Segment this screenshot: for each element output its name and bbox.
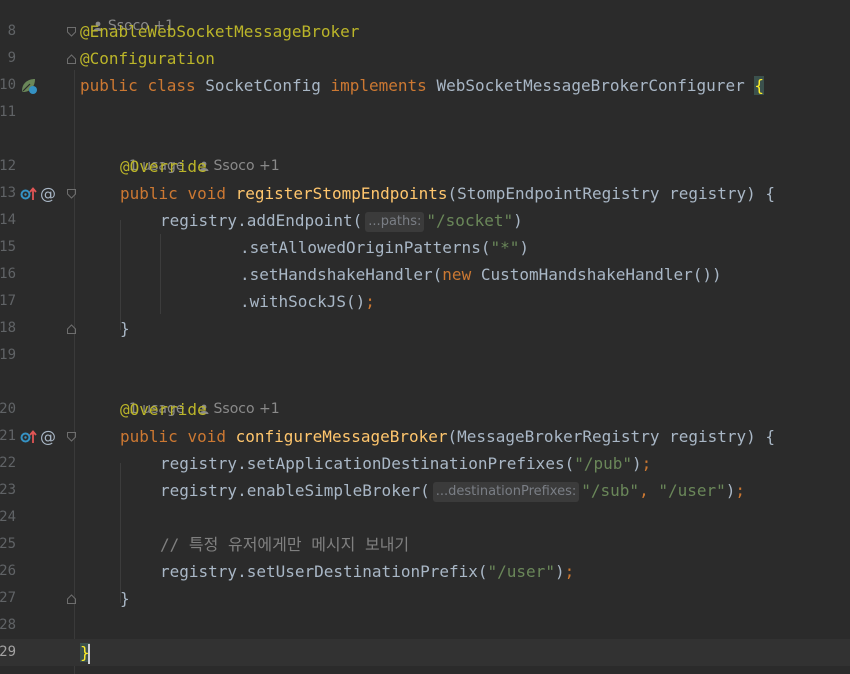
annotation: @EnableWebSocketMessageBroker xyxy=(80,22,360,41)
annotation: @Configuration xyxy=(80,49,215,68)
text-caret xyxy=(88,644,90,664)
annotation: @Override xyxy=(120,400,207,419)
line-number: 11 xyxy=(0,104,16,120)
fold-icon[interactable] xyxy=(67,54,76,64)
string-literal: "/sub" xyxy=(581,481,640,500)
params: (MessageBrokerRegistry registry) { xyxy=(447,427,776,446)
string-literal: "/pub" xyxy=(574,454,633,473)
line-number: 27 xyxy=(0,590,16,606)
code-line-26[interactable]: 26 registry.setUserDestinationPrefix("/u… xyxy=(0,558,850,585)
keyword: void xyxy=(187,184,226,203)
fold-icon[interactable] xyxy=(67,324,76,334)
code-line-11[interactable]: 11 xyxy=(0,99,850,126)
code-text: registry.setApplicationDestinationPrefix… xyxy=(160,454,575,473)
code-text: registry.enableSimpleBroker( xyxy=(160,481,430,500)
keyword: implements xyxy=(330,76,427,95)
code-line-24[interactable]: 24 xyxy=(0,504,850,531)
code-line-17[interactable]: 17 .withSockJS(); xyxy=(0,288,850,315)
line-number: 18 xyxy=(0,320,16,336)
keyword: public xyxy=(80,76,138,95)
keyword: void xyxy=(187,427,226,446)
line-number: 22 xyxy=(0,455,16,471)
closing-brace: } xyxy=(120,589,130,608)
code-line-10[interactable]: 10 public class SocketConfig implements … xyxy=(0,72,850,99)
keyword: public xyxy=(120,427,178,446)
string-literal: "/socket" xyxy=(426,211,514,230)
class-name: SocketConfig xyxy=(205,76,321,95)
code-text: registry.setUserDestinationPrefix( xyxy=(160,562,488,581)
code-line-22[interactable]: 22 registry.setApplicationDestinationPre… xyxy=(0,450,850,477)
code-line-12[interactable]: 12 @Override xyxy=(0,153,850,180)
string-literal: "/user" xyxy=(487,562,555,581)
keyword: public xyxy=(120,184,178,203)
comment: // 특정 유저에게만 메시지 보내기 xyxy=(160,535,410,554)
line-number: 25 xyxy=(0,536,16,552)
line-number: 24 xyxy=(0,509,16,525)
parameter-hint: ...destinationPrefixes: xyxy=(432,482,580,502)
line-number: 10 xyxy=(0,77,16,93)
code-text: .setHandshakeHandler( xyxy=(240,265,443,284)
closing-brace: } xyxy=(120,319,130,338)
parameter-hint: ...paths: xyxy=(365,212,425,232)
method-name: registerStompEndpoints xyxy=(235,184,448,203)
spring-bean-icon[interactable] xyxy=(20,77,38,95)
code-line-25[interactable]: 25 // 특정 유저에게만 메시지 보내기 xyxy=(0,531,850,558)
fold-icon[interactable] xyxy=(67,27,76,37)
implements-method-icon[interactable] xyxy=(20,429,38,445)
code-line-14[interactable]: 14 registry.addEndpoint(...paths: "/socke… xyxy=(0,207,850,234)
code-line-27[interactable]: 27 } xyxy=(0,585,850,612)
line-number: 28 xyxy=(0,617,16,633)
implements-method-icon[interactable] xyxy=(20,186,38,202)
brace-highlight: { xyxy=(754,76,764,95)
line-number: 21 xyxy=(0,428,16,444)
code-line-28[interactable]: 28 xyxy=(0,612,850,639)
line-number: 23 xyxy=(0,482,16,498)
line-number: 9 xyxy=(7,50,16,66)
params: (StompEndpointRegistry registry) { xyxy=(447,184,776,203)
code-line-20[interactable]: 20 @Override xyxy=(0,396,850,423)
code-text: .withSockJS() xyxy=(240,292,366,311)
line-number: 29 xyxy=(0,644,16,660)
code-text: CustomHandshakeHandler()) xyxy=(480,265,722,284)
method-name: configureMessageBroker xyxy=(235,427,448,446)
code-line-9[interactable]: 9 @Configuration xyxy=(0,45,850,72)
line-number: 8 xyxy=(7,23,16,39)
code-line-16[interactable]: 16 .setHandshakeHandler(new CustomHandsh… xyxy=(0,261,850,288)
line-number: 15 xyxy=(0,239,16,255)
code-line-15[interactable]: 15 .setAllowedOriginPatterns("*") xyxy=(0,234,850,261)
code-line-19[interactable]: 19 xyxy=(0,342,850,369)
override-at-icon[interactable]: @ xyxy=(40,180,56,207)
code-line-8[interactable]: 8 @EnableWebSocketMessageBroker xyxy=(0,18,850,45)
code-line-29[interactable]: 29 } xyxy=(0,639,850,666)
code-text: .setAllowedOriginPatterns( xyxy=(240,238,491,257)
string-literal: "/user" xyxy=(658,481,726,500)
fold-icon[interactable] xyxy=(67,189,76,199)
interface-name: WebSocketMessageBrokerConfigurer xyxy=(436,76,745,95)
code-line-21[interactable]: 21 @ public void configureMessageBroker(… xyxy=(0,423,850,450)
annotation: @Override xyxy=(120,157,207,176)
line-number: 26 xyxy=(0,563,16,579)
line-number: 13 xyxy=(0,185,16,201)
fold-icon[interactable] xyxy=(67,594,76,604)
fold-icon[interactable] xyxy=(67,432,76,442)
line-number: 17 xyxy=(0,293,16,309)
keyword: class xyxy=(147,76,196,95)
line-number: 16 xyxy=(0,266,16,282)
code-line-13[interactable]: 13 @ public void registerStompEndpoints(… xyxy=(0,180,850,207)
line-number: 12 xyxy=(0,158,16,174)
line-number: 14 xyxy=(0,212,16,228)
line-number: 19 xyxy=(0,347,16,363)
code-text: registry.addEndpoint( xyxy=(160,211,363,230)
code-line-23[interactable]: 23 registry.enableSimpleBroker(...destin… xyxy=(0,477,850,504)
keyword: new xyxy=(442,265,472,284)
string-literal: "*" xyxy=(490,238,520,257)
override-at-icon[interactable]: @ xyxy=(40,423,56,450)
line-number: 20 xyxy=(0,401,16,417)
code-line-18[interactable]: 18 } xyxy=(0,315,850,342)
